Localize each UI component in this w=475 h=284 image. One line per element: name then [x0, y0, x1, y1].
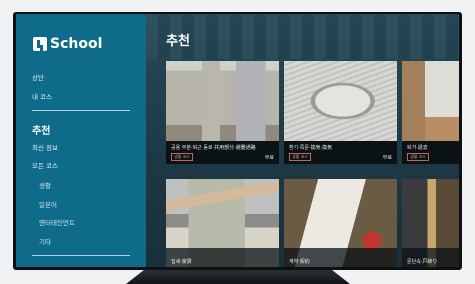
sidebar-category-entertainment[interactable]: 엔터테인먼트 [39, 217, 75, 227]
card-thumbnail [166, 61, 279, 142]
card-meta: 계약·契約 [284, 247, 397, 267]
sidebar-category-life[interactable]: 생활 [39, 180, 51, 190]
sidebar-section-recommended[interactable]: 추천 [32, 122, 50, 137]
sidebar-item-latest[interactable]: 최신 정보 [32, 142, 58, 152]
sidebar-divider-bottom [32, 255, 130, 256]
app-logo: School [33, 36, 102, 52]
course-card[interactable]: 문단속·戸締り [402, 179, 459, 267]
card-meta: 집세·家賃 [166, 247, 279, 267]
card-thumbnail [402, 61, 459, 142]
course-card[interactable]: 퇴거·退去 생활 코스 [402, 61, 459, 164]
course-card[interactable]: 공용 부분·퇴근 동로·共用部分·避難通路 생활 코스 무료 [166, 61, 279, 164]
card-badge: 생활 코스 [289, 153, 311, 161]
card-meta: 문단속·戸締り [402, 247, 459, 267]
card-title: 문단속·戸締り [407, 259, 438, 265]
card-title: 집세·家賃 [171, 259, 192, 265]
sidebar-category-other[interactable]: 기타 [39, 236, 51, 246]
sidebar-divider [32, 110, 130, 111]
card-meta: 퇴거·退去 생활 코스 [402, 141, 459, 164]
course-card[interactable]: 집세·家賃 [166, 179, 279, 267]
card-title: 공용 부분·퇴근 동로·共用部分·避難通路 [171, 145, 256, 152]
sidebar-item-top[interactable]: 상단 [32, 72, 44, 82]
course-card[interactable]: 환기·쪽문·換気·換気 생활 코스 무료 [284, 61, 397, 164]
sidebar-item-my-courses[interactable]: 내 코스 [32, 91, 52, 101]
card-badge: 생활 코스 [171, 153, 193, 161]
logo-text: School [50, 36, 103, 52]
tv-screen: School 상단 내 코스 추천 최신 정보 모든 코스 생활 일본어 엔터테… [16, 14, 459, 267]
card-meta: 환기·쪽문·換気·換気 생활 코스 무료 [284, 141, 397, 164]
sidebar: School 상단 내 코스 추천 최신 정보 모든 코스 생활 일본어 엔터테… [16, 14, 146, 267]
sidebar-category-japanese[interactable]: 일본어 [39, 199, 57, 209]
card-title: 환기·쪽문·換気·換気 [289, 145, 333, 152]
card-title: 계약·契約 [289, 259, 310, 265]
card-badge: 생활 코스 [407, 153, 429, 161]
school-logo-icon [33, 37, 47, 51]
card-thumbnail [284, 61, 397, 142]
card-title: 퇴거·退去 [407, 145, 428, 152]
course-card[interactable]: 계약·契約 [284, 179, 397, 267]
card-meta: 공용 부분·퇴근 동로·共用部分·避難通路 생활 코스 무료 [166, 141, 279, 164]
page-title: 추천 [166, 34, 190, 49]
card-price: 무료 [264, 155, 274, 161]
card-price: 무료 [382, 155, 392, 161]
sidebar-item-all-courses[interactable]: 모든 코스 [32, 160, 58, 170]
tv-stand [126, 270, 350, 284]
